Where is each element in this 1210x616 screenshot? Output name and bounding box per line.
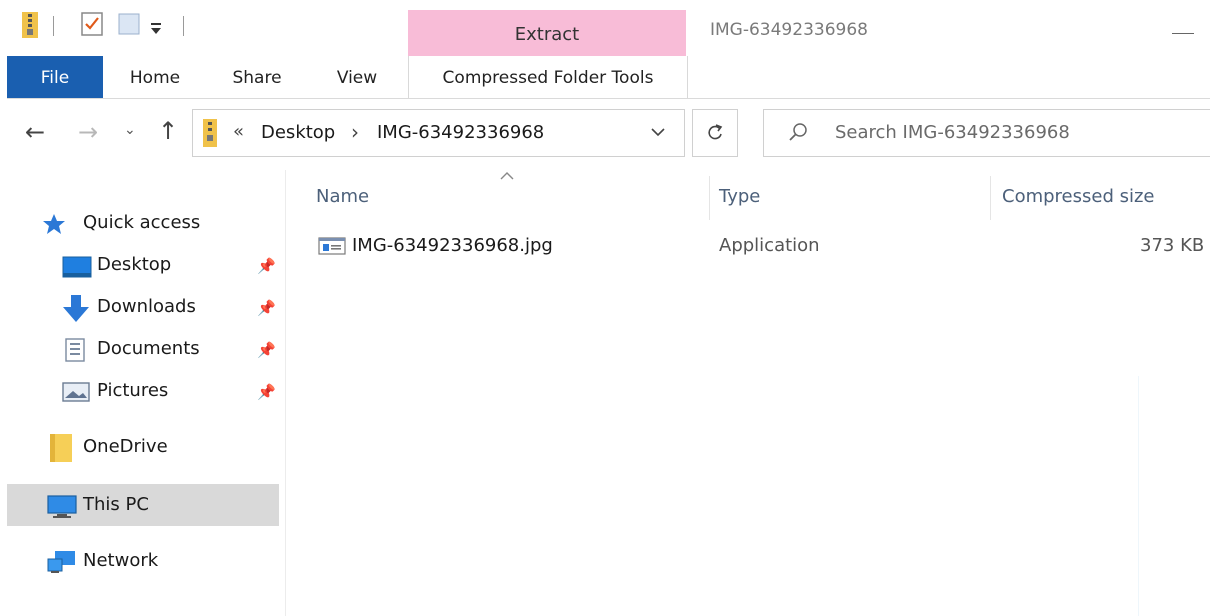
sidebar-item-downloads[interactable]: Downloads 📌 <box>7 286 279 328</box>
column-header-compressed-size[interactable]: Compressed size <box>1002 186 1155 207</box>
breadcrumb-current[interactable]: IMG-63492336968 <box>377 122 544 143</box>
sidebar-item-pictures[interactable]: Pictures 📌 <box>7 370 279 412</box>
title-bar: Extract IMG-63492336968 <box>0 0 1210 56</box>
pin-icon[interactable]: 📌 <box>257 383 276 401</box>
breadcrumb-desktop[interactable]: Desktop <box>261 122 335 143</box>
refresh-button[interactable] <box>692 109 738 157</box>
back-arrow-icon[interactable]: ← <box>25 118 45 146</box>
address-overflow[interactable]: « <box>233 121 244 142</box>
sidebar-item-label: Downloads <box>97 296 196 317</box>
tab-view-label: View <box>336 68 378 88</box>
zip-folder-icon <box>203 119 217 151</box>
forward-arrow-icon[interactable]: → <box>78 118 98 146</box>
scroll-track <box>1138 376 1139 616</box>
sidebar-item-documents[interactable]: Documents 📌 <box>7 328 279 370</box>
sidebar-item-network[interactable]: Network <box>7 540 279 582</box>
column-header-name[interactable]: Name <box>316 186 369 207</box>
column-divider[interactable] <box>709 176 710 220</box>
network-icon <box>47 549 77 579</box>
toolbar-separator <box>183 16 184 36</box>
pictures-icon <box>62 382 90 406</box>
file-name[interactable]: IMG-63492336968.jpg <box>352 235 553 256</box>
tab-share-label: Share <box>232 68 282 88</box>
up-arrow-icon[interactable]: ↑ <box>158 117 178 145</box>
properties-icon[interactable] <box>81 12 103 40</box>
desktop-icon <box>62 256 92 282</box>
extract-context-tab[interactable]: Extract <box>408 10 686 56</box>
sidebar-item-desktop[interactable]: Desktop 📌 <box>7 244 279 286</box>
customize-toolbar-icon[interactable] <box>150 20 162 39</box>
application-icon <box>318 237 346 259</box>
download-arrow-icon <box>63 295 89 327</box>
documents-icon <box>65 338 85 366</box>
monitor-icon <box>47 495 77 523</box>
minimize-button[interactable] <box>1172 33 1194 34</box>
ribbon-tabs: File Home Share View Compressed Folder T… <box>0 56 1210 101</box>
sidebar-item-this-pc[interactable]: This PC <box>7 484 279 526</box>
sidebar-item-label: OneDrive <box>83 436 168 457</box>
sidebar-item-label: Network <box>83 550 159 571</box>
search-placeholder: Search IMG-63492336968 <box>835 122 1070 143</box>
tab-view[interactable]: View <box>334 56 380 98</box>
sidebar-item-label: Quick access <box>83 212 201 233</box>
address-dropdown-chevron-icon[interactable] <box>651 122 665 141</box>
column-divider[interactable] <box>990 176 991 220</box>
star-icon <box>43 214 65 238</box>
breadcrumb-separator[interactable]: › <box>351 120 359 144</box>
sidebar-item-label: Desktop <box>97 254 172 275</box>
tab-compressed-label: Compressed Folder Tools <box>442 68 654 88</box>
pane-divider[interactable] <box>285 170 286 616</box>
tab-home[interactable]: Home <box>128 56 182 98</box>
folder-icon <box>50 434 72 466</box>
tab-file-label: File <box>40 68 70 88</box>
toolbar-separator <box>53 16 54 36</box>
window-title: IMG-63492336968 <box>710 20 868 40</box>
new-folder-icon[interactable] <box>118 12 140 40</box>
sidebar-item-quick-access[interactable]: Quick access <box>7 202 279 244</box>
tab-file[interactable]: File <box>7 56 103 98</box>
sidebar-item-label: This PC <box>83 494 149 515</box>
ribbon-divider <box>7 98 1210 99</box>
recent-locations-chevron-icon[interactable]: ⌄ <box>124 122 136 138</box>
sidebar-item-onedrive[interactable]: OneDrive <box>7 426 279 468</box>
refresh-icon <box>706 122 724 146</box>
tab-compressed-folder-tools[interactable]: Compressed Folder Tools <box>408 56 688 98</box>
search-icon <box>788 122 808 146</box>
sidebar-item-label: Documents <box>97 338 200 359</box>
extract-tab-label: Extract <box>514 24 580 45</box>
sidebar-item-label: Pictures <box>97 380 169 401</box>
column-header-type[interactable]: Type <box>719 186 760 207</box>
search-input[interactable]: Search IMG-63492336968 <box>763 109 1210 157</box>
file-compressed-size: 373 KB <box>1140 235 1205 256</box>
pin-icon[interactable]: 📌 <box>257 341 276 359</box>
file-row[interactable]: IMG-63492336968.jpg Application 373 KB <box>300 226 1210 266</box>
navigation-pane: Quick access Desktop 📌 Downloads 📌 Docum… <box>0 170 285 616</box>
address-bar[interactable]: « Desktop › IMG-63492336968 <box>192 109 685 157</box>
tab-home-label: Home <box>129 68 181 88</box>
sort-ascending-icon <box>500 166 514 184</box>
zip-folder-icon <box>22 12 38 42</box>
pin-icon[interactable]: 📌 <box>257 299 276 317</box>
file-type: Application <box>719 235 820 256</box>
tab-share[interactable]: Share <box>230 56 284 98</box>
pin-icon[interactable]: 📌 <box>257 257 276 275</box>
